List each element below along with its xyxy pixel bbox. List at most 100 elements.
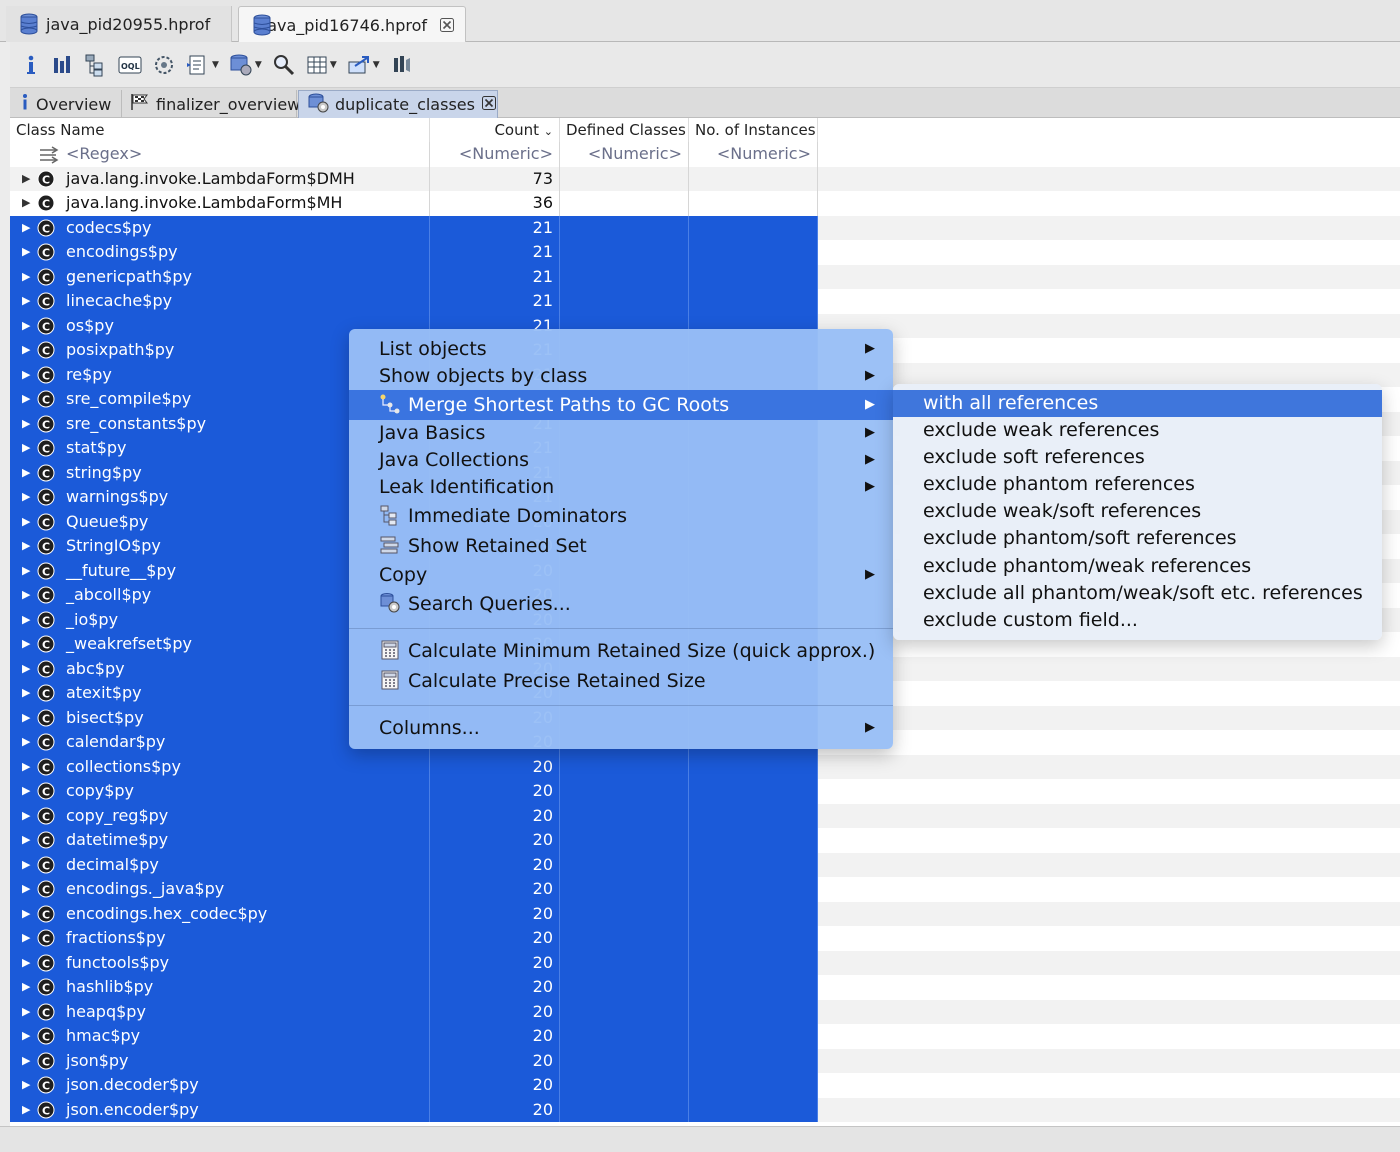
menu-item-java-basics[interactable]: Java Basics ▶ bbox=[349, 419, 893, 447]
class-name-cell[interactable]: ▶ Cencodings._java$py bbox=[10, 877, 430, 902]
expand-arrow-icon[interactable]: ▶ bbox=[22, 1049, 30, 1074]
class-name-cell[interactable]: ▶ Chashlib$py bbox=[10, 975, 430, 1000]
expand-arrow-icon[interactable]: ▶ bbox=[22, 289, 30, 314]
table-row[interactable]: ▶ Cdecimal$py 20 bbox=[10, 852, 1400, 877]
class-name-cell[interactable]: ▶ Chmac$py bbox=[10, 1024, 430, 1049]
menu-item-search-queries[interactable]: Search Queries... bbox=[349, 590, 893, 618]
oql-icon[interactable]: OQL bbox=[116, 50, 144, 80]
table-row[interactable]: ▶ Cjson.decoder$py 20 bbox=[10, 1073, 1400, 1098]
layout-icon[interactable]: ▼ bbox=[304, 50, 339, 80]
table-row[interactable]: ▶ Cfunctools$py 20 bbox=[10, 950, 1400, 976]
table-row[interactable]: ▶ Cjson.encoder$py 20 bbox=[10, 1097, 1400, 1123]
expand-arrow-icon[interactable]: ▶ bbox=[22, 706, 30, 731]
expand-arrow-icon[interactable]: ▶ bbox=[22, 314, 30, 339]
search-icon[interactable] bbox=[270, 50, 298, 80]
dominator-tree-icon[interactable] bbox=[82, 50, 110, 80]
expand-arrow-icon[interactable]: ▶ bbox=[22, 1024, 30, 1049]
expand-arrow-icon[interactable]: ▶ bbox=[22, 461, 30, 486]
submenu-item-with-all-references[interactable]: with all references bbox=[893, 390, 1382, 417]
table-row[interactable]: ▶ Ccollections$py 20 bbox=[10, 754, 1400, 780]
class-name-cell[interactable]: ▶ Cfunctools$py bbox=[10, 950, 430, 976]
class-name-cell[interactable]: ▶ Cjava.lang.invoke.LambdaForm$DMH bbox=[10, 166, 430, 191]
table-row[interactable]: ▶ Cjson$py 20 bbox=[10, 1048, 1400, 1074]
table-row[interactable]: ▶ Clinecache$py 21 bbox=[10, 289, 1400, 314]
table-row[interactable]: ▶ Cencodings._java$py 20 bbox=[10, 877, 1400, 902]
expand-arrow-icon[interactable]: ▶ bbox=[22, 485, 30, 510]
menu-item-list-objects[interactable]: List objects ▶ bbox=[349, 335, 893, 363]
expand-arrow-icon[interactable]: ▶ bbox=[22, 926, 30, 951]
expand-arrow-icon[interactable]: ▶ bbox=[22, 338, 30, 363]
expand-arrow-icon[interactable]: ▶ bbox=[22, 951, 30, 976]
menu-item-show-objects-by-class[interactable]: Show objects by class ▶ bbox=[349, 362, 893, 390]
expand-arrow-icon[interactable]: ▶ bbox=[22, 583, 30, 608]
class-name-cell[interactable]: ▶ Ccodecs$py bbox=[10, 215, 430, 240]
submenu-item-exclude-soft[interactable]: exclude soft references bbox=[893, 444, 1382, 471]
expand-arrow-icon[interactable]: ▶ bbox=[22, 387, 30, 412]
class-name-cell[interactable]: ▶ Cjson.decoder$py bbox=[10, 1073, 430, 1098]
submenu-item-exclude-phantom-weak[interactable]: exclude phantom/weak references bbox=[893, 553, 1382, 580]
class-name-cell[interactable]: ▶ Cheapq$py bbox=[10, 999, 430, 1025]
class-name-cell[interactable]: ▶ Cencodings$py bbox=[10, 240, 430, 265]
expand-arrow-icon[interactable]: ▶ bbox=[22, 755, 30, 780]
expand-arrow-icon[interactable]: ▶ bbox=[22, 975, 30, 1000]
query-browser-icon[interactable]: ▼ bbox=[227, 50, 264, 80]
expand-arrow-icon[interactable]: ▶ bbox=[22, 534, 30, 559]
table-row[interactable]: ▶ Chmac$py 20 bbox=[10, 1024, 1400, 1049]
tab-duplicate-classes[interactable]: duplicate_classes bbox=[298, 90, 498, 118]
menu-item-calc-precise-retained[interactable]: Calculate Precise Retained Size bbox=[349, 667, 893, 695]
class-name-cell[interactable]: ▶ Ccopy_reg$py bbox=[10, 803, 430, 828]
submenu-item-exclude-weak-soft[interactable]: exclude weak/soft references bbox=[893, 498, 1382, 525]
table-row[interactable]: ▶ Chashlib$py 20 bbox=[10, 975, 1400, 1000]
submenu-item-exclude-custom-field[interactable]: exclude custom field... bbox=[893, 607, 1382, 634]
submenu-item-exclude-all[interactable]: exclude all phantom/weak/soft etc. refer… bbox=[893, 580, 1382, 607]
class-name-cell[interactable]: ▶ Cfractions$py bbox=[10, 926, 430, 951]
class-name-cell[interactable]: ▶ Cjson.encoder$py bbox=[10, 1097, 430, 1123]
expand-arrow-icon[interactable]: ▶ bbox=[22, 1000, 30, 1025]
expand-arrow-icon[interactable]: ▶ bbox=[22, 240, 30, 265]
expand-arrow-icon[interactable]: ▶ bbox=[22, 1073, 30, 1098]
menu-item-copy[interactable]: Copy ▶ bbox=[349, 561, 893, 589]
class-name-cell[interactable]: ▶ Clinecache$py bbox=[10, 289, 430, 314]
expand-arrow-icon[interactable]: ▶ bbox=[22, 559, 30, 584]
table-row[interactable]: ▶ Cdatetime$py 20 bbox=[10, 828, 1400, 853]
class-name-cell[interactable]: ▶ Ccopy$py bbox=[10, 779, 430, 804]
regex-filter-cell[interactable]: <Regex> bbox=[10, 142, 430, 167]
table-row[interactable]: ▶ Cencodings$py 21 bbox=[10, 240, 1400, 265]
table-row[interactable]: ▶ Cgenericpath$py 21 bbox=[10, 264, 1400, 290]
expand-arrow-icon[interactable]: ▶ bbox=[22, 828, 30, 853]
filter-row[interactable]: <Regex> <Numeric> <Numeric> <Numeric> bbox=[10, 142, 1400, 167]
tab-overview[interactable]: Overview bbox=[12, 90, 122, 118]
close-icon[interactable] bbox=[481, 95, 497, 115]
export-icon[interactable]: ▼ bbox=[345, 50, 382, 80]
menu-item-columns[interactable]: Columns... ▶ bbox=[349, 714, 893, 742]
expand-arrow-icon[interactable]: ▶ bbox=[22, 412, 30, 437]
class-name-cell[interactable]: ▶ Cgenericpath$py bbox=[10, 264, 430, 290]
info-icon[interactable] bbox=[18, 50, 44, 80]
menu-item-immediate-dominators[interactable]: Immediate Dominators bbox=[349, 502, 893, 530]
count-filter-cell[interactable]: <Numeric> bbox=[430, 142, 560, 167]
submenu-item-exclude-phantom-soft[interactable]: exclude phantom/soft references bbox=[893, 525, 1382, 552]
expand-arrow-icon[interactable]: ▶ bbox=[22, 510, 30, 535]
expand-arrow-icon[interactable]: ▶ bbox=[22, 265, 30, 290]
submenu-item-exclude-phantom[interactable]: exclude phantom references bbox=[893, 471, 1382, 498]
class-name-cell[interactable]: ▶ Cdecimal$py bbox=[10, 852, 430, 877]
table-row[interactable]: ▶ Cheapq$py 20 bbox=[10, 999, 1400, 1025]
submenu-item-exclude-weak[interactable]: exclude weak references bbox=[893, 417, 1382, 444]
tab-finalizer-overview[interactable]: finalizer_overview bbox=[122, 90, 300, 118]
column-header-instances[interactable]: No. of Instances bbox=[689, 118, 818, 142]
expand-arrow-icon[interactable]: ▶ bbox=[22, 657, 30, 682]
heap-dump-overview-icon[interactable] bbox=[150, 50, 178, 80]
class-name-cell[interactable]: ▶ Cdatetime$py bbox=[10, 828, 430, 853]
expand-arrow-icon[interactable]: ▶ bbox=[22, 877, 30, 902]
expand-arrow-icon[interactable]: ▶ bbox=[22, 191, 30, 216]
table-row[interactable]: ▶ Cjava.lang.invoke.LambdaForm$MH 36 bbox=[10, 191, 1400, 216]
table-row[interactable]: ▶ Ccopy_reg$py 20 bbox=[10, 803, 1400, 828]
table-row[interactable]: ▶ Cfractions$py 20 bbox=[10, 926, 1400, 951]
class-name-cell[interactable]: ▶ Cjson$py bbox=[10, 1048, 430, 1074]
expand-arrow-icon[interactable]: ▶ bbox=[22, 681, 30, 706]
column-header-defined-classes[interactable]: Defined Classes bbox=[560, 118, 689, 142]
table-row[interactable]: ▶ Cjava.lang.invoke.LambdaForm$DMH 73 bbox=[10, 166, 1400, 191]
instances-filter-cell[interactable]: <Numeric> bbox=[689, 142, 818, 167]
expand-arrow-icon[interactable]: ▶ bbox=[22, 1098, 30, 1123]
pin-icon[interactable] bbox=[388, 50, 414, 80]
